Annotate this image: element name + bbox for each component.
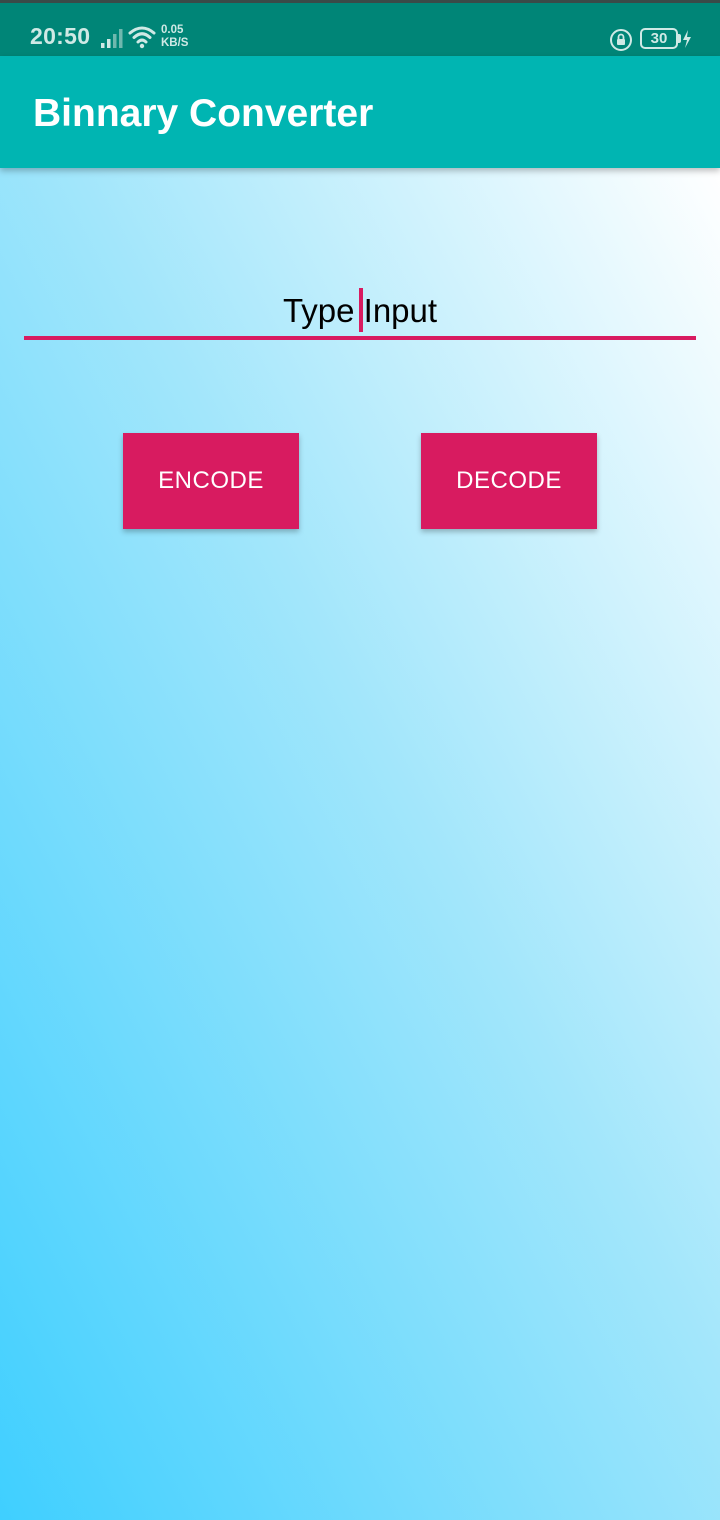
text-cursor (359, 288, 363, 332)
app-bar: Binnary Converter (0, 56, 720, 168)
encode-button[interactable]: ENCODE (123, 433, 299, 529)
status-time: 20:50 (30, 23, 91, 49)
status-bar: 20:50 0.05 KB/S 30 (0, 0, 720, 56)
decode-button[interactable]: DECODE (421, 433, 597, 529)
rotation-lock-icon (610, 29, 632, 51)
network-speed: 0.05 KB/S (161, 24, 188, 50)
battery-icon: 30 (640, 28, 678, 49)
charging-icon (683, 30, 691, 48)
app-title: Binnary Converter (33, 92, 374, 135)
wifi-icon (128, 26, 156, 49)
network-speed-value: 0.05 (161, 24, 184, 36)
text-input[interactable]: Type Input (24, 286, 696, 340)
signal-icon (101, 29, 123, 48)
network-speed-unit: KB/S (161, 37, 189, 49)
main-content: Type Input ENCODE DECODE (0, 168, 720, 1520)
